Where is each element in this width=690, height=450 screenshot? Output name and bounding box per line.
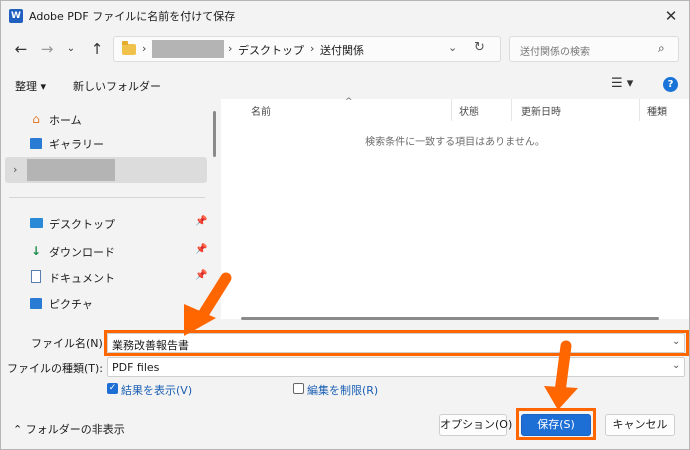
folder-icon: [122, 41, 136, 55]
home-icon: ⌂: [32, 112, 40, 126]
filetype-dropdown-chevron-icon[interactable]: ⌄: [672, 360, 680, 371]
organize-button[interactable]: 整理 ▾: [15, 78, 46, 94]
pictures-icon: [30, 298, 42, 309]
nav-item-gallery[interactable]: ギャラリー: [1, 131, 211, 155]
address-dropdown-chevron-icon[interactable]: ⌄: [448, 41, 457, 54]
filetype-label: ファイルの種類(T):: [7, 362, 104, 375]
breadcrumb-separator-icon: ›: [142, 42, 147, 55]
title-bar: W Adobe PDF ファイルに名前を付けて保存 ✕: [1, 1, 689, 31]
chevron-up-icon: ⌃: [13, 423, 26, 436]
download-icon: ↓: [30, 244, 42, 258]
new-folder-button[interactable]: 新しいフォルダー: [73, 78, 161, 94]
navigation-pane: ⌂ ホーム ギャラリー › デスクトップ 📌 ↓ ダウンロード 📌 ドキュメント…: [1, 99, 219, 319]
up-arrow-icon[interactable]: ↑: [87, 39, 107, 59]
view-options-icon[interactable]: ☰ ▾: [611, 76, 633, 91]
recent-locations-chevron-icon[interactable]: ⌄: [61, 39, 81, 59]
nav-item-label: ギャラリー: [49, 138, 104, 151]
sort-ascending-icon: ^: [345, 97, 353, 107]
redacted-breadcrumb: [152, 40, 224, 58]
empty-list-message: 検索条件に一致する項目はありません。: [365, 137, 545, 148]
column-header-status[interactable]: 状態: [459, 103, 479, 118]
filetype-select[interactable]: PDF files ⌄: [107, 357, 685, 377]
breadcrumb-separator-icon: ›: [228, 42, 233, 55]
forward-arrow-icon[interactable]: →: [37, 39, 57, 59]
pin-icon[interactable]: 📌: [195, 216, 207, 227]
restrict-edit-label[interactable]: 編集を制限(R): [307, 382, 378, 398]
window-title: Adobe PDF ファイルに名前を付けて保存: [29, 10, 236, 23]
breadcrumb-separator-icon: ›: [310, 42, 315, 55]
nav-item-label: デスクトップ: [49, 218, 115, 231]
breadcrumb-desktop[interactable]: デスクトップ: [238, 42, 304, 58]
filename-highlight-box: [104, 330, 689, 356]
view-result-checkbox[interactable]: ✓: [107, 383, 118, 394]
column-header-name[interactable]: 名前: [251, 103, 271, 118]
view-result-label[interactable]: 結果を表示(V): [121, 382, 192, 398]
close-icon[interactable]: ✕: [653, 1, 689, 31]
document-icon: [31, 270, 41, 283]
nav-item-desktop[interactable]: デスクトップ 📌: [1, 211, 211, 235]
command-toolbar: 整理 ▾ 新しいフォルダー ☰ ▾ ?: [1, 71, 689, 99]
nav-item-label: ドキュメント: [49, 272, 115, 285]
column-header-modified[interactable]: 更新日時: [521, 103, 561, 118]
nav-item-home[interactable]: ⌂ ホーム: [1, 107, 211, 131]
nav-item-documents[interactable]: ドキュメント 📌: [1, 265, 211, 289]
save-highlight-box: [516, 408, 596, 440]
pin-icon[interactable]: 📌: [195, 270, 207, 281]
search-icon: ⌕: [658, 41, 665, 55]
back-arrow-icon[interactable]: ←: [11, 39, 31, 59]
column-divider[interactable]: [451, 99, 452, 121]
column-divider[interactable]: [639, 99, 640, 121]
word-app-icon: W: [9, 9, 23, 23]
refresh-icon[interactable]: ↻: [474, 40, 485, 55]
options-button[interactable]: オプション(O): [439, 414, 512, 436]
breadcrumb-current-folder[interactable]: 送付関係: [320, 42, 364, 58]
filetype-value: PDF files: [112, 361, 160, 374]
nav-item-label: ピクチャ: [49, 298, 93, 311]
cancel-button[interactable]: キャンセル: [605, 414, 675, 436]
nav-item-label: ホーム: [49, 114, 82, 127]
navigation-bar: ← → ⌄ ↑ › › デスクトップ › 送付関係 ⌄ ↻ 送付関係の検索 ⌕: [1, 31, 689, 69]
hide-folders-toggle[interactable]: ⌃ フォルダーの非表示: [13, 421, 125, 437]
nav-divider: [9, 197, 205, 198]
nav-item-label: ダウンロード: [49, 246, 115, 259]
hide-folders-label: フォルダーの非表示: [25, 423, 125, 436]
expand-chevron-icon[interactable]: ›: [13, 163, 17, 176]
save-form: ファイル名(N): 業務改善報告書 ⌄ ファイルの種類(T): PDF file…: [1, 321, 689, 449]
column-header-type[interactable]: 種類: [647, 103, 667, 118]
file-list: ^ 名前 状態 更新日時 種類 検索条件に一致する項目はありません。: [221, 97, 689, 320]
address-bar[interactable]: › › デスクトップ › 送付関係 ⌄ ↻: [113, 36, 501, 62]
desktop-icon: [30, 218, 43, 228]
gallery-icon: [30, 138, 42, 149]
nav-item-selected-location[interactable]: ›: [5, 157, 207, 183]
redacted-location-name: [27, 159, 115, 181]
save-dialog: W Adobe PDF ファイルに名前を付けて保存 ✕ ← → ⌄ ↑ › › …: [0, 0, 690, 450]
search-box[interactable]: 送付関係の検索 ⌕: [509, 36, 679, 62]
list-horizontal-scrollbar[interactable]: [241, 317, 659, 320]
column-divider[interactable]: [511, 99, 512, 121]
pin-icon[interactable]: 📌: [195, 244, 207, 255]
restrict-edit-checkbox[interactable]: [293, 383, 304, 394]
nav-item-pictures[interactable]: ピクチャ: [1, 291, 211, 315]
help-icon[interactable]: ?: [663, 77, 678, 92]
nav-item-downloads[interactable]: ↓ ダウンロード 📌: [1, 239, 211, 263]
search-input[interactable]: 送付関係の検索: [520, 43, 590, 58]
filename-label: ファイル名(N):: [31, 337, 107, 350]
nav-scrollbar[interactable]: [213, 111, 216, 157]
